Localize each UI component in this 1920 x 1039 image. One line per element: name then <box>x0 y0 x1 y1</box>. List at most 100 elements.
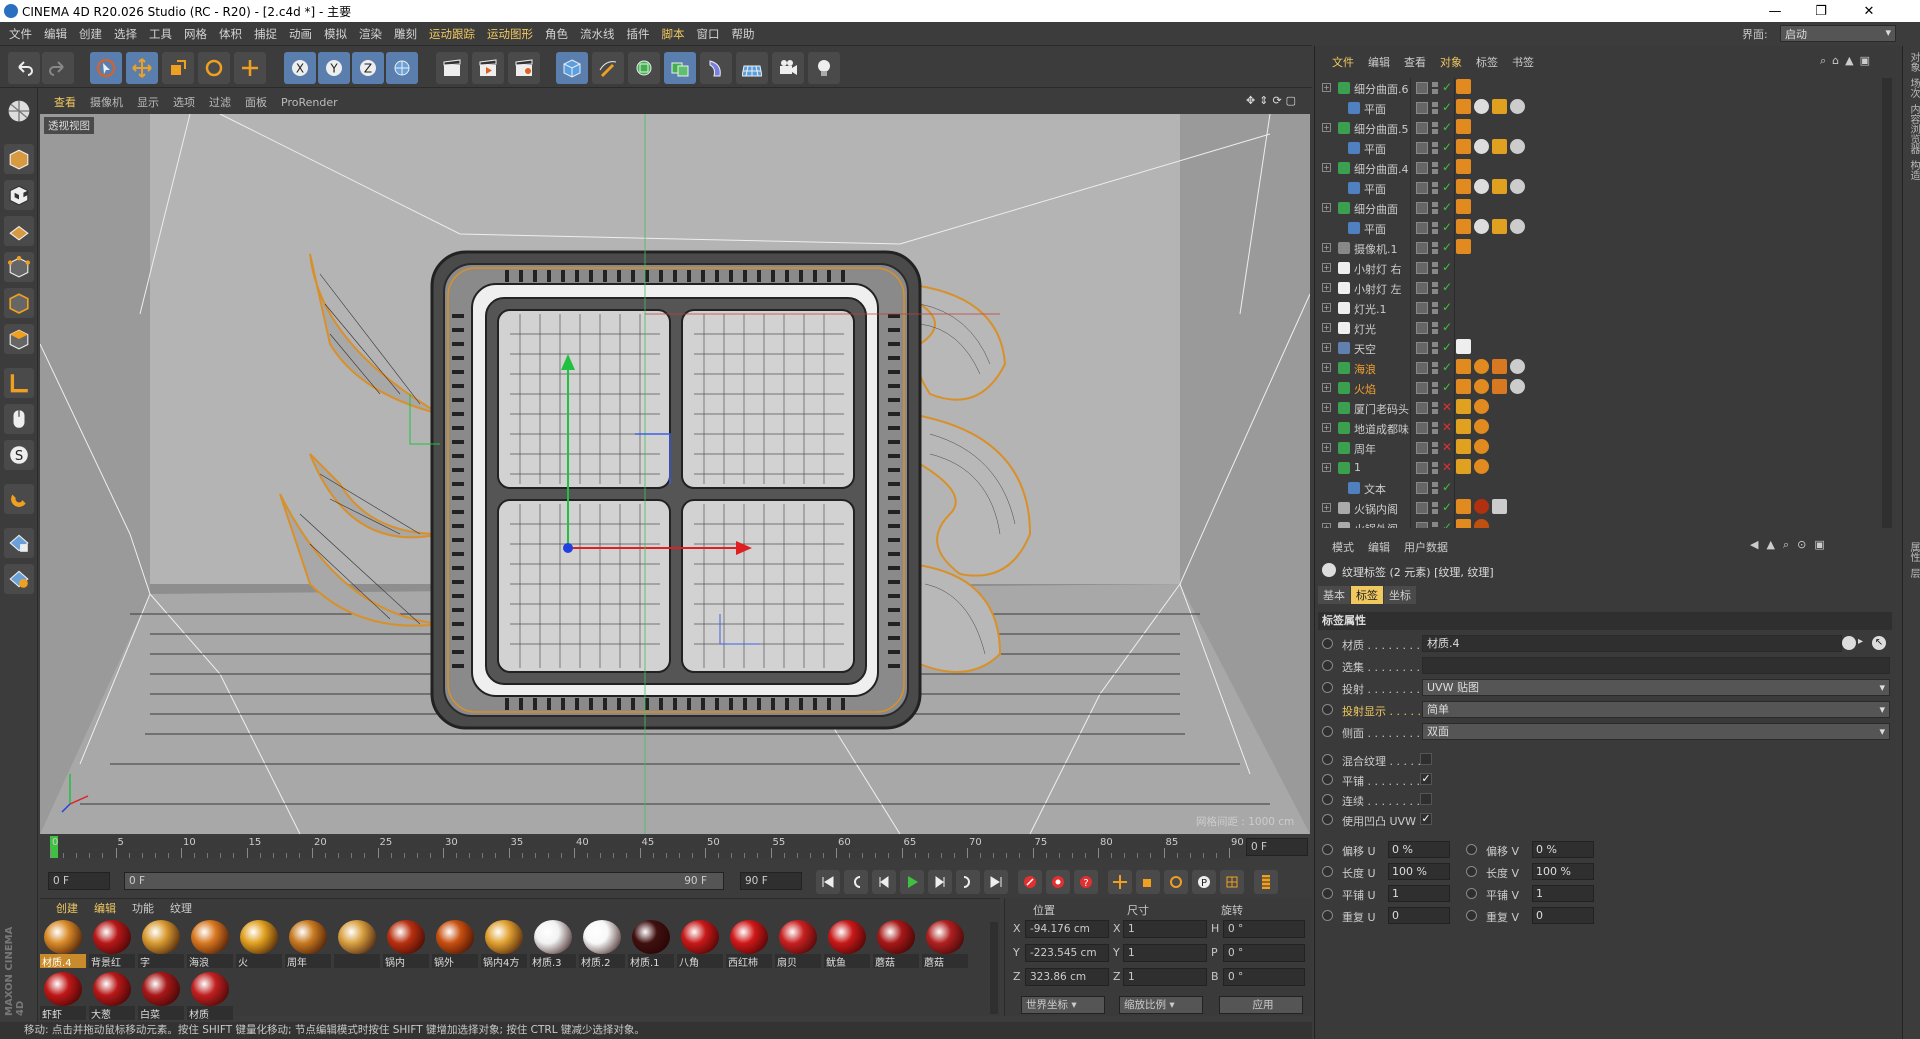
offset-v-anim-toggle[interactable] <box>1466 844 1477 855</box>
menu-item[interactable]: 流水线 <box>580 26 615 42</box>
om-menu-item[interactable]: 书签 <box>1512 54 1534 70</box>
layer-icon[interactable] <box>1416 422 1428 434</box>
tag-icon[interactable] <box>1492 499 1507 514</box>
maximize-view-icon[interactable]: ▢ <box>1286 94 1296 107</box>
viewport-menu-item[interactable]: 过滤 <box>209 94 231 110</box>
material-swatch[interactable]: 材质.3 <box>530 920 576 968</box>
object-row[interactable]: + 细分曲面 ✓ <box>1318 198 1882 218</box>
play-button[interactable] <box>900 870 924 894</box>
expand-toggle-icon[interactable]: + <box>1322 323 1331 332</box>
tag-icon[interactable] <box>1456 339 1471 354</box>
subdivision-button[interactable] <box>628 52 660 84</box>
material-menu-item[interactable]: 创建 <box>56 900 78 918</box>
redo-button[interactable] <box>42 52 74 84</box>
layer-icon[interactable] <box>1416 382 1428 394</box>
apply-button[interactable]: 应用 <box>1219 996 1303 1014</box>
enable-check-icon[interactable]: ✓ <box>1442 500 1452 514</box>
layer-icon[interactable] <box>1416 502 1428 514</box>
object-row[interactable]: + 海浪 ✓ <box>1318 358 1882 378</box>
attribute-tab[interactable]: 基本 <box>1318 586 1350 604</box>
prev-frame-button[interactable] <box>872 870 896 894</box>
viewport-menu-item[interactable]: ProRender <box>281 96 338 109</box>
tag-icon[interactable] <box>1474 219 1489 234</box>
visibility-dots-icon[interactable] <box>1432 462 1438 474</box>
layer-icon[interactable] <box>1416 342 1428 354</box>
enable-check-icon[interactable]: ✓ <box>1442 240 1452 254</box>
new-manager-icon[interactable]: ▣ <box>1814 538 1824 552</box>
tag-icon[interactable] <box>1456 219 1471 234</box>
visibility-dots-icon[interactable] <box>1432 442 1438 454</box>
layout-select[interactable]: 启动 ▾ <box>1780 25 1896 42</box>
coord-mode-select[interactable]: 世界坐标 ▾ <box>1021 996 1105 1014</box>
material-swatch[interactable]: 字 <box>138 920 184 968</box>
visibility-dots-icon[interactable] <box>1432 142 1438 154</box>
om-menu-item[interactable]: 查看 <box>1404 54 1426 70</box>
tag-icon[interactable] <box>1456 79 1471 94</box>
tag-icon[interactable] <box>1474 519 1489 528</box>
material-menu-item[interactable]: 纹理 <box>170 900 192 918</box>
tag-icon[interactable] <box>1474 99 1489 114</box>
tag-icon[interactable] <box>1492 139 1507 154</box>
attribute-tab[interactable]: 坐标 <box>1384 586 1416 604</box>
enable-check-icon[interactable]: ✓ <box>1442 160 1452 174</box>
tag-icon[interactable] <box>1474 419 1489 434</box>
tag-icon[interactable] <box>1474 459 1489 474</box>
undo-button[interactable] <box>8 52 40 84</box>
enable-check-icon[interactable]: ✓ <box>1442 300 1452 314</box>
om-menu-item[interactable]: 对象 <box>1440 54 1462 70</box>
enable-check-icon[interactable]: ✕ <box>1442 460 1452 474</box>
move-tool-button[interactable] <box>126 52 158 84</box>
expand-toggle-icon[interactable]: + <box>1322 303 1331 312</box>
camera-button[interactable] <box>772 52 804 84</box>
floor-button[interactable] <box>736 52 768 84</box>
tag-icon[interactable] <box>1456 459 1471 474</box>
layer-icon[interactable] <box>1416 482 1428 494</box>
tag-icon[interactable] <box>1510 219 1525 234</box>
material-swatch[interactable]: 白菜 <box>138 972 184 1020</box>
model-mode-button[interactable] <box>4 144 34 174</box>
tag-icon[interactable] <box>1456 379 1471 394</box>
axis-mode-button[interactable] <box>4 368 34 398</box>
lock-icon[interactable]: ⊙ <box>1797 538 1806 552</box>
repeat-u-field[interactable]: 0 <box>1388 907 1450 924</box>
key-scale-button[interactable] <box>1136 870 1160 894</box>
key-param-button[interactable]: P <box>1192 870 1216 894</box>
tag-icon[interactable] <box>1456 139 1471 154</box>
projection-select[interactable]: UVW 贴图 ▾ <box>1422 679 1890 696</box>
tag-icon[interactable] <box>1456 519 1471 528</box>
visibility-dots-icon[interactable] <box>1432 362 1438 374</box>
visibility-dots-icon[interactable] <box>1432 502 1438 514</box>
layer-icon[interactable] <box>1416 222 1428 234</box>
expand-toggle-icon[interactable]: + <box>1322 503 1331 512</box>
layer-icon[interactable] <box>1416 142 1428 154</box>
length-u-field[interactable]: 100 % <box>1388 863 1450 880</box>
size-field[interactable]: 1 <box>1123 920 1207 938</box>
size-field[interactable]: 1 <box>1123 944 1207 962</box>
seamless-checkbox[interactable] <box>1420 793 1432 805</box>
seamless-anim-toggle[interactable] <box>1322 794 1333 805</box>
visibility-dots-icon[interactable] <box>1432 282 1438 294</box>
expand-toggle-icon[interactable]: + <box>1322 263 1331 272</box>
edges-mode-button[interactable] <box>4 288 34 318</box>
layer-icon[interactable] <box>1416 202 1428 214</box>
viewport-menu-item[interactable]: 显示 <box>137 94 159 110</box>
expand-toggle-icon[interactable]: + <box>1322 163 1331 172</box>
next-frame-button[interactable] <box>928 870 952 894</box>
render-picture-viewer-button[interactable] <box>472 52 504 84</box>
object-row[interactable]: 平面 ✓ <box>1318 138 1882 158</box>
workplane-button[interactable] <box>4 216 34 246</box>
tag-icon[interactable] <box>1456 119 1471 134</box>
expand-toggle-icon[interactable]: + <box>1322 383 1331 392</box>
start-frame-field[interactable]: 0 F <box>48 872 110 890</box>
enable-check-icon[interactable]: ✓ <box>1442 220 1452 234</box>
visibility-dots-icon[interactable] <box>1432 402 1438 414</box>
home-icon[interactable]: ⌂ <box>1832 54 1839 68</box>
material-swatch[interactable]: 西红柿 <box>726 920 772 968</box>
material-swatch[interactable]: 材质.4 <box>40 920 86 968</box>
object-row[interactable]: + 火焰 ✓ <box>1318 378 1882 398</box>
rotation-field[interactable]: 0 ° <box>1223 968 1305 986</box>
enable-check-icon[interactable]: ✓ <box>1442 320 1452 334</box>
position-field[interactable]: -94.176 cm <box>1025 920 1109 938</box>
material-swatch[interactable]: 材质.2 <box>579 920 625 968</box>
uvw-bump-anim-toggle[interactable] <box>1322 814 1333 825</box>
